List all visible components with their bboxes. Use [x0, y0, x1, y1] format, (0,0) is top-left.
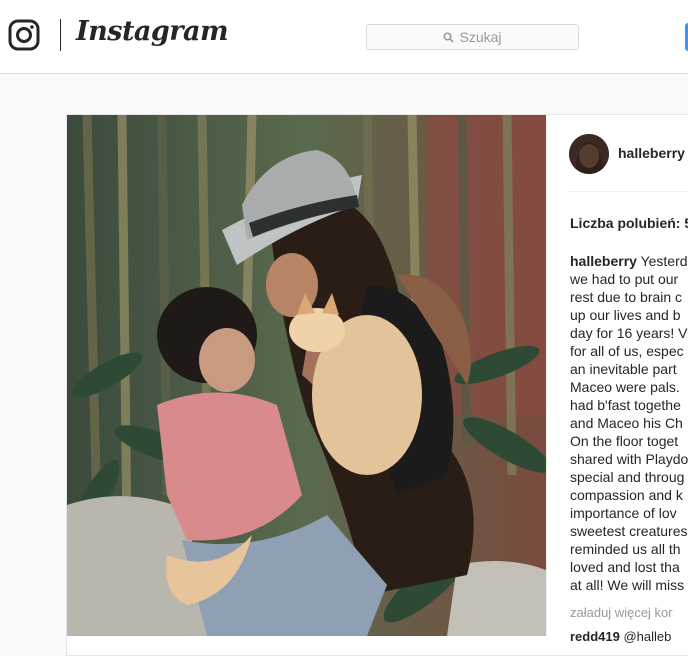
- caption-line: Yesterd: [640, 253, 688, 269]
- caption-line: up our lives and b: [570, 307, 681, 323]
- caption-line: On the floor toget: [570, 433, 679, 449]
- caption-line: reminded us all th: [570, 541, 681, 557]
- caption-line: Maceo were pals.: [570, 379, 680, 395]
- caption-line: sweetest creatures: [570, 523, 688, 539]
- caption-line: shared with Playdo: [570, 451, 688, 467]
- caption-line: rest due to brain c: [570, 289, 683, 305]
- caption-line: at all! We will miss: [570, 577, 685, 593]
- search-placeholder: Szukaj: [459, 29, 502, 45]
- comment-text: @halleb: [619, 629, 672, 644]
- avatar-image: [569, 134, 609, 174]
- load-more-comments-link[interactable]: załaduj więcej kor: [570, 605, 673, 620]
- instagram-glyph-icon[interactable]: [8, 19, 40, 51]
- likes-count[interactable]: Liczba polubień: 5: [570, 215, 688, 231]
- caption-line: importance of lov: [570, 505, 677, 521]
- post-username[interactable]: halleberry: [618, 145, 685, 161]
- caption-line: had b'fast togethe: [570, 397, 681, 413]
- instagram-wordmark[interactable]: Instagram: [76, 16, 229, 47]
- caption-line: loved and lost tha: [570, 559, 680, 575]
- caption-line: special and throug: [570, 469, 685, 485]
- search-icon: [443, 31, 455, 43]
- search-input[interactable]: Szukaj: [366, 24, 579, 50]
- post-photo[interactable]: [67, 115, 546, 636]
- caption-line: and Maceo his Ch: [570, 415, 683, 431]
- caption-line: compassion and k: [570, 487, 683, 503]
- comment-item: redd419 @halleb: [570, 629, 671, 644]
- post-image: [67, 115, 546, 636]
- caption-author[interactable]: halleberry: [570, 253, 637, 269]
- avatar[interactable]: [569, 134, 609, 174]
- logo-divider: [60, 19, 61, 51]
- post-caption: halleberry Yesterd we had to put our res…: [570, 252, 688, 594]
- comment-author[interactable]: redd419: [570, 629, 620, 644]
- header-separator: [568, 191, 688, 192]
- caption-line: an inevitable part: [570, 361, 677, 377]
- caption-line: we had to put our: [570, 271, 679, 287]
- caption-line: day for 16 years! V: [570, 325, 688, 341]
- top-nav-bar: Instagram Szukaj: [0, 0, 688, 74]
- caption-line: for all of us, espec: [570, 343, 684, 359]
